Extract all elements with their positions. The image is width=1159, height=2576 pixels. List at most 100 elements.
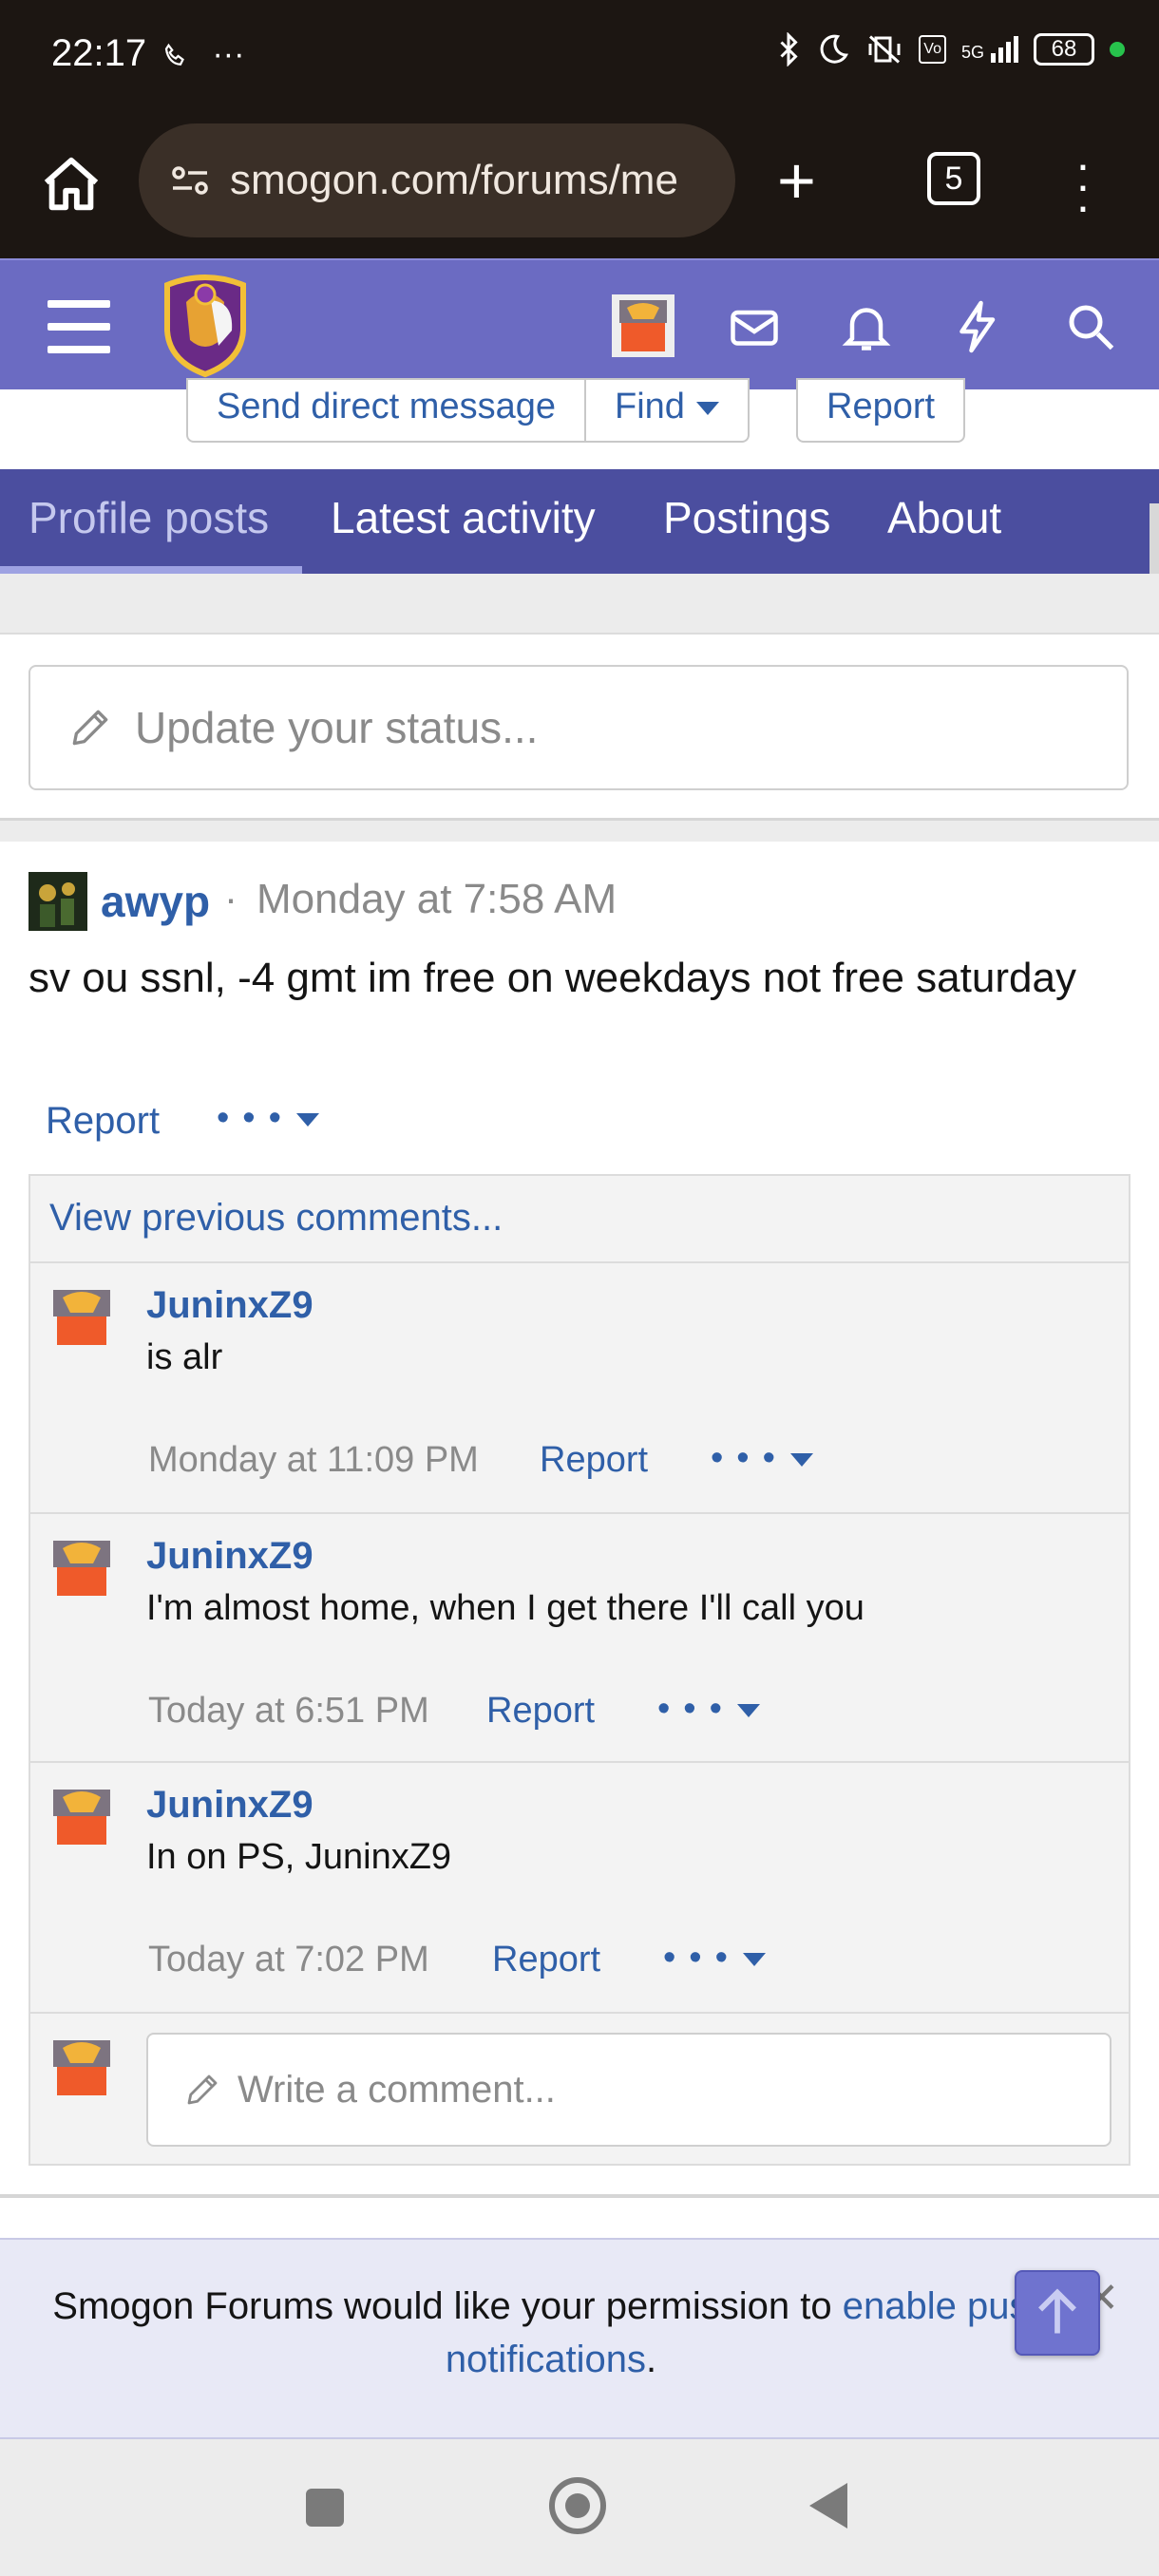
- push-text-after: .: [646, 2339, 657, 2380]
- chevron-down-icon: [742, 1952, 766, 1966]
- chevron-down-icon: [295, 1112, 319, 1127]
- phone-icon: [164, 43, 184, 66]
- post-more-menu[interactable]: •••: [217, 1098, 319, 1139]
- post-username[interactable]: awyp: [101, 876, 210, 927]
- comment-username[interactable]: JuninxZ9: [146, 1535, 314, 1578]
- avatar[interactable]: [28, 872, 87, 931]
- url-bar[interactable]: smogon.com/forums/me: [139, 123, 735, 237]
- avatar[interactable]: [48, 1282, 116, 1351]
- tab-profile-posts[interactable]: Profile posts: [0, 469, 302, 574]
- post-timestamp[interactable]: Monday at 7:58 AM: [256, 876, 617, 923]
- user-avatar[interactable]: [612, 294, 674, 357]
- comment-timestamp[interactable]: Monday at 11:09 PM: [148, 1440, 479, 1481]
- hamburger-menu-icon[interactable]: [48, 300, 110, 353]
- pencil-icon: [72, 710, 108, 746]
- comment-report-link[interactable]: Report: [540, 1440, 648, 1481]
- comment-item: JuninxZ9 In on PS, JuninxZ9 Today at 7:0…: [30, 1761, 1129, 2012]
- tab-latest-activity[interactable]: Latest activity: [331, 469, 596, 574]
- post-body: sv ou ssnl, -4 gmt im free on weekdays n…: [28, 955, 1076, 1001]
- send-direct-message-button[interactable]: Send direct message: [186, 378, 586, 443]
- status-more: ···: [212, 36, 245, 72]
- comment-more-menu[interactable]: •••: [663, 1938, 766, 1979]
- chevron-down-icon: [696, 401, 720, 415]
- pencil-icon: [187, 2074, 218, 2105]
- status-update-input[interactable]: Update your status...: [28, 665, 1129, 790]
- profile-action-group: Send direct message Find: [186, 378, 750, 443]
- status-time: 22:17: [51, 32, 147, 74]
- battery-indicator: 68: [1034, 33, 1094, 66]
- view-previous-comments-link[interactable]: View previous comments...: [49, 1197, 503, 1240]
- search-icon[interactable]: [1062, 298, 1119, 355]
- chevron-down-icon: [789, 1452, 813, 1467]
- comment-username[interactable]: JuninxZ9: [146, 1784, 314, 1827]
- comment-report-link[interactable]: Report: [486, 1691, 595, 1732]
- moon-icon: [820, 34, 849, 64]
- push-notice-text: Smogon Forums would like your permission…: [38, 2280, 1064, 2386]
- url-text: smogon.com/forums/me: [230, 157, 678, 203]
- status-update-section: Update your status...: [0, 635, 1159, 821]
- browser-menu-button[interactable]: · · ·: [1074, 141, 1092, 230]
- bluetooth-icon: [780, 32, 798, 66]
- back-button[interactable]: [809, 2483, 847, 2529]
- tab-postings[interactable]: Postings: [663, 469, 830, 574]
- avatar[interactable]: [48, 1782, 116, 1850]
- write-comment-input[interactable]: Write a comment...: [146, 2033, 1112, 2147]
- divider: [0, 574, 1159, 635]
- push-text-before: Smogon Forums would like your permission…: [52, 2285, 843, 2327]
- comment-more-menu[interactable]: •••: [657, 1689, 760, 1730]
- profile-tabs: Profile posts Latest activity Postings A…: [0, 469, 1159, 574]
- mail-icon[interactable]: [726, 298, 783, 355]
- comment-timestamp[interactable]: Today at 7:02 PM: [148, 1940, 429, 1980]
- comment-timestamp[interactable]: Today at 6:51 PM: [148, 1691, 429, 1732]
- divider: [0, 2194, 1159, 2198]
- comment-report-link[interactable]: Report: [492, 1940, 600, 1980]
- home-icon[interactable]: [38, 152, 104, 218]
- comment-text: In on PS, JuninxZ9: [146, 1837, 452, 1877]
- avatar[interactable]: [48, 2033, 116, 2101]
- bell-icon[interactable]: [838, 298, 895, 355]
- profile-post: awyp · Monday at 7:58 AM sv ou ssnl, -4 …: [0, 842, 1159, 2194]
- signal-icon: 5G: [961, 36, 1018, 63]
- more-dots-icon: •••: [657, 1689, 735, 1729]
- tab-about[interactable]: About: [887, 469, 1001, 574]
- comment-text: I'm almost home, when I get there I'll c…: [146, 1588, 864, 1628]
- arrow-up-icon: [1038, 2288, 1076, 2334]
- status-right-icons: Vo 5G 68: [776, 32, 1125, 66]
- home-button[interactable]: [549, 2477, 606, 2534]
- volte-icon: Vo: [919, 35, 946, 64]
- new-tab-button[interactable]: +: [777, 147, 816, 214]
- write-comment-placeholder: Write a comment...: [238, 2068, 556, 2111]
- recents-button[interactable]: [306, 2489, 344, 2527]
- site-header: [0, 258, 1159, 389]
- find-label: Find: [614, 387, 685, 426]
- status-left-icons: ···: [162, 36, 244, 73]
- signal-label: 5G: [960, 43, 984, 62]
- vibrate-off-icon: [868, 35, 901, 64]
- post-report-link[interactable]: Report: [46, 1100, 160, 1143]
- comment-list: View previous comments... JuninxZ9 is al…: [28, 1174, 1130, 2166]
- browser-toolbar: smogon.com/forums/me + 5 · · ·: [0, 114, 1159, 258]
- smogon-logo[interactable]: [156, 274, 255, 378]
- chevron-down-icon: [736, 1703, 760, 1717]
- comment-text: is alr: [146, 1337, 223, 1377]
- comment-more-menu[interactable]: •••: [711, 1438, 813, 1479]
- status-bar: 22:17 ··· Vo 5G 68: [0, 0, 1159, 114]
- system-nav-bar: [0, 2439, 1159, 2576]
- profile-report-button[interactable]: Report: [796, 378, 966, 443]
- avatar[interactable]: [48, 1533, 116, 1601]
- tab-switcher-button[interactable]: 5: [927, 152, 980, 205]
- status-placeholder: Update your status...: [135, 703, 539, 752]
- scroll-to-top-button[interactable]: [1015, 2270, 1100, 2356]
- find-dropdown-button[interactable]: Find: [585, 378, 750, 443]
- push-notification-notice: Smogon Forums would like your permission…: [0, 2238, 1159, 2439]
- comment-item: JuninxZ9 I'm almost home, when I get the…: [30, 1512, 1129, 1761]
- privacy-dot: [1110, 42, 1125, 57]
- more-dots-icon: •••: [663, 1938, 741, 1978]
- comment-username[interactable]: JuninxZ9: [146, 1284, 314, 1327]
- write-comment-row: Write a comment...: [30, 2012, 1129, 2164]
- more-dots-icon: •••: [217, 1098, 294, 1138]
- post-separator: ·: [224, 876, 238, 920]
- lightning-icon[interactable]: [950, 298, 1007, 355]
- site-settings-icon[interactable]: [167, 158, 213, 203]
- more-dots-icon: •••: [711, 1438, 788, 1478]
